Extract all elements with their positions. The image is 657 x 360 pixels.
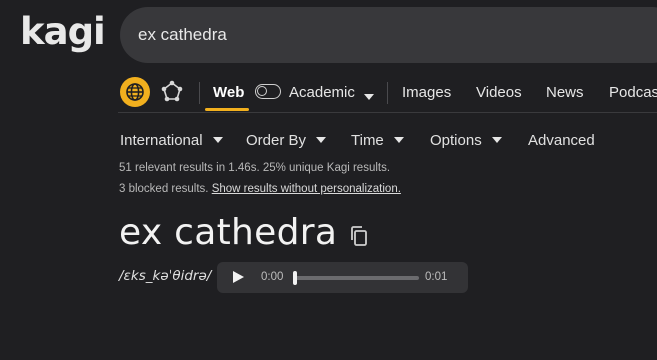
academic-dropdown-caret-icon[interactable]	[364, 88, 374, 105]
results-stats: 51 relevant results in 1.46s. 25% unique…	[119, 162, 391, 174]
academic-toggle[interactable]	[255, 84, 281, 99]
chevron-down-icon	[491, 136, 502, 143]
search-input[interactable]	[136, 24, 657, 46]
tab-web[interactable]: Web	[213, 84, 244, 101]
filter-time-label: Time	[351, 132, 384, 149]
tab-videos[interactable]: Videos	[476, 84, 522, 101]
filter-bar: International Order By Time Options Adva…	[120, 132, 657, 152]
chevron-down-icon	[212, 136, 223, 143]
result-title: ex cathedra	[119, 212, 338, 253]
blocked-results-text: 3 blocked results.	[119, 183, 209, 195]
tab-academic[interactable]: Academic	[289, 84, 355, 101]
nav-divider	[387, 82, 388, 104]
filter-international[interactable]: International	[120, 132, 223, 149]
filter-options[interactable]: Options	[430, 132, 502, 149]
chevron-down-icon	[316, 136, 327, 143]
globe-icon[interactable]	[120, 77, 150, 107]
show-without-personalization-link[interactable]: Show results without personalization.	[212, 183, 401, 195]
audio-current-time: 0:00	[261, 271, 284, 283]
kagi-logo[interactable]: kagi	[20, 10, 106, 53]
copy-icon[interactable]	[349, 225, 369, 247]
tab-images[interactable]: Images	[402, 84, 451, 101]
chevron-down-icon	[393, 136, 404, 143]
seek-thumb[interactable]	[293, 271, 297, 285]
filter-advanced[interactable]: Advanced	[528, 132, 595, 149]
audio-player: 0:00 0:01	[217, 262, 468, 293]
blocked-results-line: 3 blocked results. Show results without …	[119, 183, 401, 195]
audio-seek-bar[interactable]	[293, 271, 419, 285]
active-tab-indicator	[205, 108, 249, 111]
filter-international-label: International	[120, 132, 203, 149]
tab-podcasts[interactable]: Podcas	[609, 84, 657, 101]
search-bar[interactable]	[120, 7, 657, 63]
filter-options-label: Options	[430, 132, 482, 149]
filter-order-by[interactable]: Order By	[246, 132, 327, 149]
pronunciation: /ɛks_kəˈθidrə/	[119, 268, 212, 284]
tab-news[interactable]: News	[546, 84, 584, 101]
audio-duration: 0:01	[425, 271, 448, 283]
nav-separator	[118, 112, 657, 113]
nav-divider	[199, 82, 200, 104]
search-nav: Web Academic Images Videos News Podcas	[118, 76, 657, 111]
filter-order-by-label: Order By	[246, 132, 307, 149]
filter-time[interactable]: Time	[351, 132, 404, 149]
lens-icon[interactable]	[160, 80, 184, 104]
play-icon[interactable]	[233, 271, 244, 283]
